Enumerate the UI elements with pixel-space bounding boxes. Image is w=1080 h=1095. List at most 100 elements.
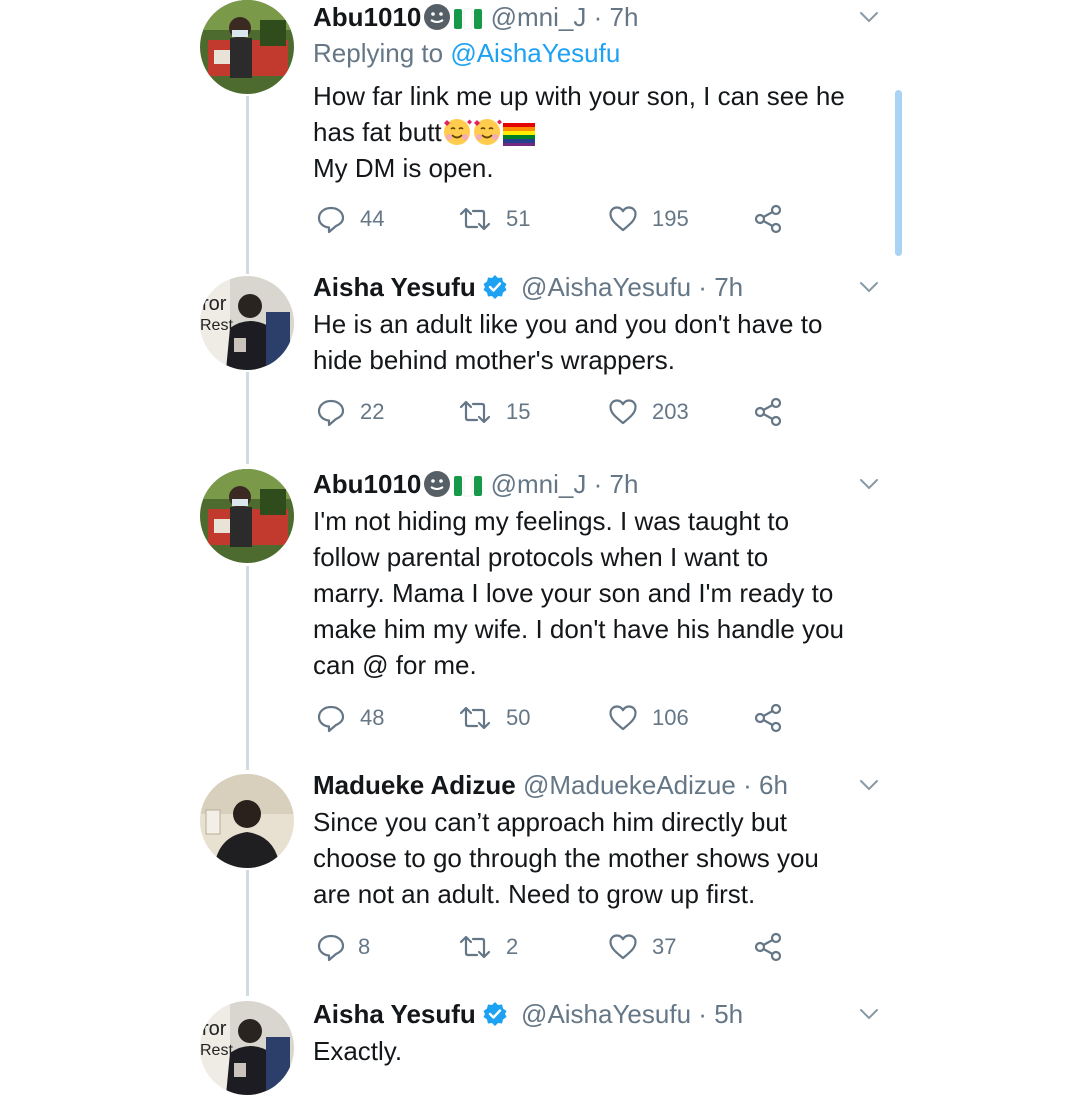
- like-count: 37: [652, 934, 677, 959]
- reply-icon: [317, 206, 345, 234]
- display-name[interactable]: Aisha Yesufu: [313, 999, 476, 1029]
- display-name[interactable]: Abu1010: [313, 469, 421, 499]
- tweet[interactable]: Madueke Adizue @MaduekeAdizue · 6h Since…: [0, 768, 1080, 968]
- handle[interactable]: @mni_J: [491, 2, 587, 32]
- tweet-text-line: make him my wife. I don't have his handl…: [313, 614, 845, 644]
- avatar-aisha-yesufu[interactable]: ror Rest: [200, 276, 294, 370]
- chevron-down-icon[interactable]: [856, 772, 882, 798]
- separator-dot: ·: [743, 770, 752, 800]
- separator-dot: ·: [593, 469, 603, 499]
- timestamp[interactable]: 5h: [714, 999, 743, 1029]
- tweet-header: Madueke Adizue @MaduekeAdizue · 6h: [313, 768, 788, 802]
- handle[interactable]: @AishaYesufu: [521, 999, 691, 1029]
- avatar-aisha-yesufu[interactable]: ror Rest: [200, 1001, 294, 1095]
- share-icon: [754, 397, 782, 427]
- tweet[interactable]: Abu1010 @mni_J · 7h Replying to @AishaYe…: [0, 0, 1080, 260]
- tweet-text-line: choose to go through the mother shows yo…: [313, 843, 819, 873]
- chevron-down-icon[interactable]: [856, 471, 882, 497]
- tweet[interactable]: Abu1010 @mni_J · 7h I'm not hiding my fe…: [0, 467, 1080, 747]
- tweet-text-fragment: has fat butt: [313, 117, 442, 147]
- tweet-text: He is an adult like you and you don't ha…: [313, 306, 893, 378]
- tweet-actions: 8 2 37: [0, 932, 1080, 962]
- tweet-header: Abu1010 @mni_J · 7h: [313, 0, 638, 34]
- reply-count: 8: [358, 934, 371, 959]
- timestamp[interactable]: 7h: [610, 2, 639, 32]
- reply-icon: [317, 934, 345, 962]
- share-icon: [754, 932, 782, 962]
- reply-icon: [317, 399, 345, 427]
- separator-dot: ·: [593, 2, 603, 32]
- reply-icon: [317, 705, 345, 733]
- retweet-icon: [459, 207, 491, 231]
- tweet-text: Since you can’t approach him directly bu…: [313, 804, 893, 912]
- svg-text:Rest: Rest: [200, 317, 233, 334]
- separator-dot: ·: [698, 999, 707, 1029]
- tweet-text-line: Exactly.: [313, 1036, 403, 1066]
- timestamp[interactable]: 7h: [714, 272, 743, 302]
- tweet-text-line: are not an adult. Need to grow up first.: [313, 879, 756, 909]
- like-count: 106: [652, 705, 689, 730]
- tweet-text-line: I'm not hiding my feelings. I was taught…: [313, 506, 790, 536]
- share-icon: [754, 204, 782, 234]
- chevron-down-icon[interactable]: [856, 4, 882, 30]
- timestamp[interactable]: 7h: [610, 469, 639, 499]
- reply-count: 22: [360, 399, 385, 424]
- face-emoji-icon: [424, 4, 451, 30]
- display-name[interactable]: Aisha Yesufu: [313, 272, 476, 302]
- avatar-abu1010[interactable]: [200, 469, 294, 563]
- tweet-text-line: has fat butt: [313, 114, 893, 150]
- tweet-text-line: hide behind mother's wrappers.: [313, 345, 675, 375]
- like-icon: [609, 399, 637, 425]
- display-name[interactable]: Madueke Adizue: [313, 770, 516, 800]
- tweet-text: I'm not hiding my feelings. I was taught…: [313, 503, 893, 683]
- tweet-header: Abu1010 @mni_J · 7h: [313, 467, 638, 501]
- retweet-count: 51: [506, 206, 531, 231]
- reply-count: 48: [360, 705, 385, 730]
- tweet-header: Aisha Yesufu @AishaYesufu · 5h: [313, 997, 743, 1031]
- svg-text:ror: ror: [202, 293, 227, 315]
- like-icon: [609, 705, 637, 731]
- tweet-text-line: follow parental protocols when I want to: [313, 542, 769, 572]
- avatar-abu1010[interactable]: [200, 0, 294, 94]
- tweet-text-line: can @ for me.: [313, 650, 477, 680]
- mention-link[interactable]: @AishaYesufu: [450, 38, 620, 68]
- tweet-actions: 22 15 203: [0, 397, 1080, 427]
- retweet-icon: [459, 706, 491, 730]
- tweet-text: Exactly.: [313, 1033, 893, 1069]
- handle[interactable]: @MaduekeAdizue: [523, 770, 736, 800]
- retweet-count: 2: [506, 934, 519, 959]
- tweet-actions: 44 51 195: [0, 204, 1080, 234]
- handle[interactable]: @mni_J: [491, 469, 587, 499]
- svg-text:Rest: Rest: [200, 1042, 233, 1059]
- chevron-down-icon[interactable]: [856, 274, 882, 300]
- tweet-text-line: My DM is open.: [313, 153, 494, 183]
- tweet-header: Aisha Yesufu @AishaYesufu · 7h: [313, 270, 743, 304]
- tweet-text-line: He is an adult like you and you don't ha…: [313, 309, 823, 339]
- timestamp[interactable]: 6h: [759, 770, 788, 800]
- tweet-text: How far link me up with your son, I can …: [313, 78, 893, 186]
- reply-count: 44: [360, 206, 385, 231]
- replying-to: Replying to @AishaYesufu: [313, 36, 620, 70]
- chevron-down-icon[interactable]: [856, 1001, 882, 1027]
- retweet-count: 50: [506, 705, 531, 730]
- avatar-madueke-adizue[interactable]: [200, 774, 294, 868]
- nigeria-flag-icon: [454, 475, 483, 497]
- retweet-count: 15: [506, 399, 531, 424]
- share-icon: [754, 703, 782, 733]
- smiling-face-with-hearts-icon: [443, 119, 472, 145]
- like-count: 203: [652, 399, 689, 424]
- rainbow-flag-icon: [502, 123, 535, 146]
- separator-dot: ·: [698, 272, 707, 302]
- retweet-icon: [459, 400, 491, 424]
- display-name[interactable]: Abu1010: [313, 2, 421, 32]
- svg-text:ror: ror: [202, 1018, 227, 1040]
- tweet[interactable]: ror Rest Aisha Yesufu @AishaYesufu · 7h …: [0, 270, 1080, 440]
- face-emoji-icon: [424, 471, 451, 497]
- tweet[interactable]: ror Rest Aisha Yesufu @AishaYesufu · 5h …: [0, 997, 1080, 1095]
- verified-badge-icon: [483, 1002, 507, 1026]
- handle[interactable]: @AishaYesufu: [521, 272, 691, 302]
- verified-badge-icon: [483, 275, 507, 299]
- tweet-text-line: marry. Mama I love your son and I'm read…: [313, 578, 834, 608]
- like-icon: [609, 206, 637, 232]
- tweet-text-line: Since you can’t approach him directly bu…: [313, 807, 788, 837]
